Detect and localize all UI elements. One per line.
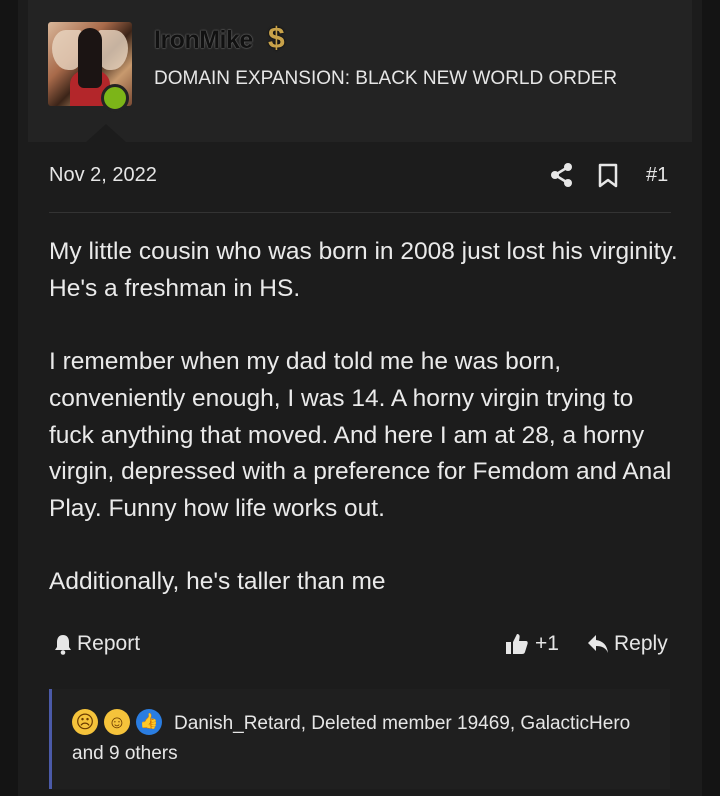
post-number[interactable]: #1 (646, 164, 668, 187)
reply-arrow-icon (588, 635, 608, 653)
dollar-icon: $ (268, 22, 285, 55)
post-paragraph: I remember when my dad told me he was bo… (49, 348, 672, 522)
report-label: Report (77, 632, 141, 655)
thumbs-up-icon (506, 634, 528, 654)
post-date[interactable]: Nov 2, 2022 (49, 164, 157, 187)
divider (49, 212, 671, 213)
report-button[interactable]: Report (53, 632, 140, 656)
header-pointer (86, 124, 126, 142)
user-title: DOMAIN EXPANSION: BLACK NEW WORLD ORDER (154, 68, 618, 89)
bell-icon (55, 635, 71, 655)
share-icon[interactable] (550, 162, 574, 188)
like-button[interactable]: +1 (505, 632, 559, 656)
reactions-list[interactable]: Danish_Retard, Deleted member 19469, Gal… (72, 709, 652, 769)
like-count: +1 (535, 632, 559, 655)
post-paragraph: My little cousin who was born in 2008 ju… (49, 238, 678, 302)
post-body: My little cousin who was born in 2008 ju… (49, 234, 679, 638)
post-paragraph: Additionally, he's taller than me (49, 568, 386, 596)
reply-label: Reply (614, 632, 668, 655)
online-status-icon (101, 84, 129, 112)
bookmark-icon[interactable] (597, 163, 619, 188)
reactions-bar[interactable]: ☹ ☺ 👍 Danish_Retard, Deleted member 1946… (49, 689, 670, 789)
username[interactable]: IronMike (154, 26, 253, 55)
reply-button[interactable]: Reply (587, 632, 668, 656)
